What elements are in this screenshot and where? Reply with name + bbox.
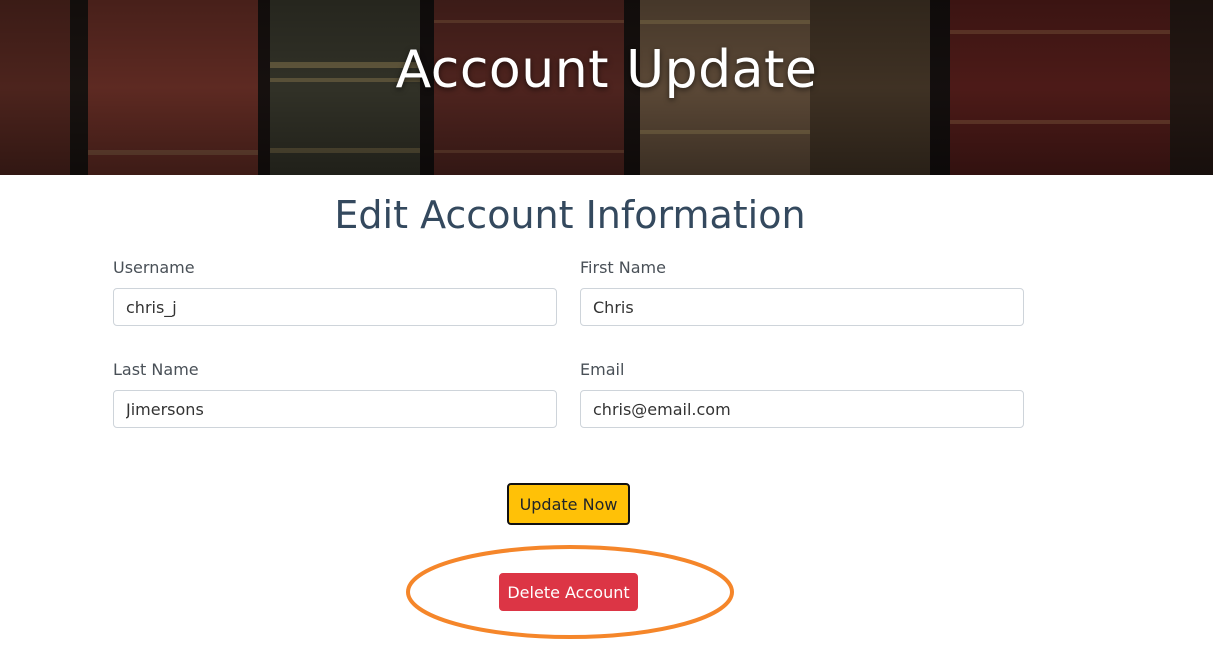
page-title: Account Update	[395, 40, 818, 100]
hero-banner: Account Update	[0, 0, 1213, 175]
last-name-field-group: Last Name	[113, 360, 557, 428]
update-now-button[interactable]: Update Now	[507, 483, 630, 525]
last-name-label: Last Name	[113, 360, 199, 379]
account-update-page: Account Update Edit Account Information …	[0, 0, 1213, 647]
email-field-group: Email	[580, 360, 1024, 428]
delete-account-button[interactable]: Delete Account	[499, 573, 638, 611]
first-name-field-group: First Name	[580, 258, 1024, 326]
username-field-group: Username	[113, 258, 557, 326]
email-input[interactable]	[580, 390, 1024, 428]
first-name-input[interactable]	[580, 288, 1024, 326]
email-label: Email	[580, 360, 625, 379]
form-title: Edit Account Information	[334, 193, 806, 237]
username-label: Username	[113, 258, 195, 277]
username-input[interactable]	[113, 288, 557, 326]
first-name-label: First Name	[580, 258, 666, 277]
last-name-input[interactable]	[113, 390, 557, 428]
